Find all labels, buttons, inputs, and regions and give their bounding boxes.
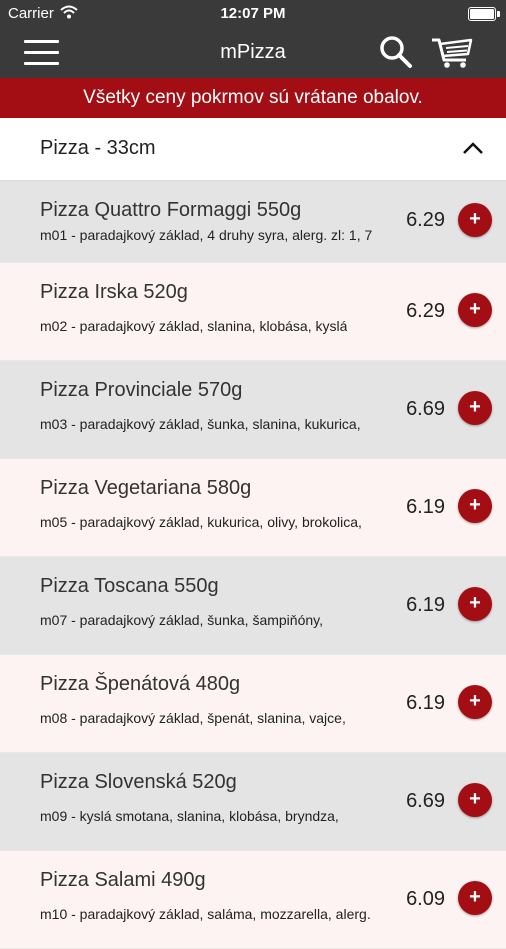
battery-icon bbox=[468, 7, 500, 21]
item-name: Pizza Provinciale 570g bbox=[40, 379, 243, 401]
menu-item[interactable]: Pizza Vegetariana 580g m05 - paradajkový… bbox=[0, 459, 506, 557]
item-description: m02 - paradajkový základ, slanina, klobá… bbox=[40, 318, 348, 334]
add-to-cart-button[interactable]: + bbox=[458, 685, 492, 719]
menu-item[interactable]: Pizza Salami 490g m10 - paradajkový zákl… bbox=[0, 851, 506, 949]
item-name: Pizza Irska 520g bbox=[40, 281, 188, 303]
add-to-cart-button[interactable]: + bbox=[458, 203, 492, 237]
menu-item-list: Pizza Quattro Formaggi 550g m01 - parada… bbox=[0, 181, 506, 949]
item-price: 6.29 bbox=[406, 300, 445, 322]
item-name: Pizza Quattro Formaggi 550g bbox=[40, 199, 302, 221]
clock: 12:07 PM bbox=[220, 5, 286, 22]
item-price: 6.19 bbox=[406, 692, 445, 714]
menu-item[interactable]: Pizza Provinciale 570g m03 - paradajkový… bbox=[0, 361, 506, 459]
item-price: 6.19 bbox=[406, 496, 445, 518]
item-description: m08 - paradajkový základ, špenát, slanin… bbox=[40, 710, 346, 726]
top-navbar: mPizza bbox=[0, 28, 506, 78]
item-description: m09 - kyslá smotana, slanina, klobása, b… bbox=[40, 808, 339, 824]
status-bar: Carrier 12:07 PM bbox=[0, 0, 506, 28]
category-header[interactable]: Pizza - 33cm bbox=[0, 118, 506, 181]
item-price: 6.19 bbox=[406, 594, 445, 616]
category-title: Pizza - 33cm bbox=[40, 137, 156, 159]
info-banner: Všetky ceny pokrmov sú vrátane obalov. bbox=[0, 78, 506, 118]
cart-button[interactable] bbox=[430, 34, 474, 70]
cart-icon bbox=[432, 38, 473, 68]
item-name: Pizza Vegetariana 580g bbox=[40, 477, 252, 499]
menu-item[interactable]: Pizza Slovenská 520g m09 - kyslá smotana… bbox=[0, 753, 506, 851]
item-description: m10 - paradajkový základ, saláma, mozzar… bbox=[40, 906, 371, 922]
item-name: Pizza Slovenská 520g bbox=[40, 771, 237, 793]
add-to-cart-button[interactable]: + bbox=[458, 391, 492, 425]
search-button[interactable] bbox=[378, 34, 414, 70]
item-description: m01 - paradajkový základ, 4 druhy syra, … bbox=[40, 227, 373, 243]
add-to-cart-button[interactable]: + bbox=[458, 881, 492, 915]
item-description: m05 - paradajkový základ, kukurica, oliv… bbox=[40, 514, 362, 530]
menu-item[interactable]: Pizza Irska 520g m02 - paradajkový zákla… bbox=[0, 263, 506, 361]
search-icon bbox=[380, 36, 412, 68]
item-name: Pizza Špenátová 480g bbox=[40, 673, 241, 695]
item-price: 6.69 bbox=[406, 790, 445, 812]
menu-item[interactable]: Pizza Toscana 550g m07 - paradajkový zák… bbox=[0, 557, 506, 655]
chevron-up-icon bbox=[463, 142, 483, 154]
item-price: 6.69 bbox=[406, 398, 445, 420]
item-price: 6.29 bbox=[406, 209, 445, 231]
item-description: m07 - paradajkový základ, šunka, šampiňó… bbox=[40, 612, 323, 628]
add-to-cart-button[interactable]: + bbox=[458, 587, 492, 621]
add-to-cart-button[interactable]: + bbox=[458, 293, 492, 327]
menu-item[interactable]: Pizza Špenátová 480g m08 - paradajkový z… bbox=[0, 655, 506, 753]
add-to-cart-button[interactable]: + bbox=[458, 783, 492, 817]
item-name: Pizza Toscana 550g bbox=[40, 575, 219, 597]
item-description: m03 - paradajkový základ, šunka, slanina… bbox=[40, 416, 361, 432]
menu-item[interactable]: Pizza Quattro Formaggi 550g m01 - parada… bbox=[0, 181, 506, 263]
add-to-cart-button[interactable]: + bbox=[458, 489, 492, 523]
item-name: Pizza Salami 490g bbox=[40, 869, 206, 891]
